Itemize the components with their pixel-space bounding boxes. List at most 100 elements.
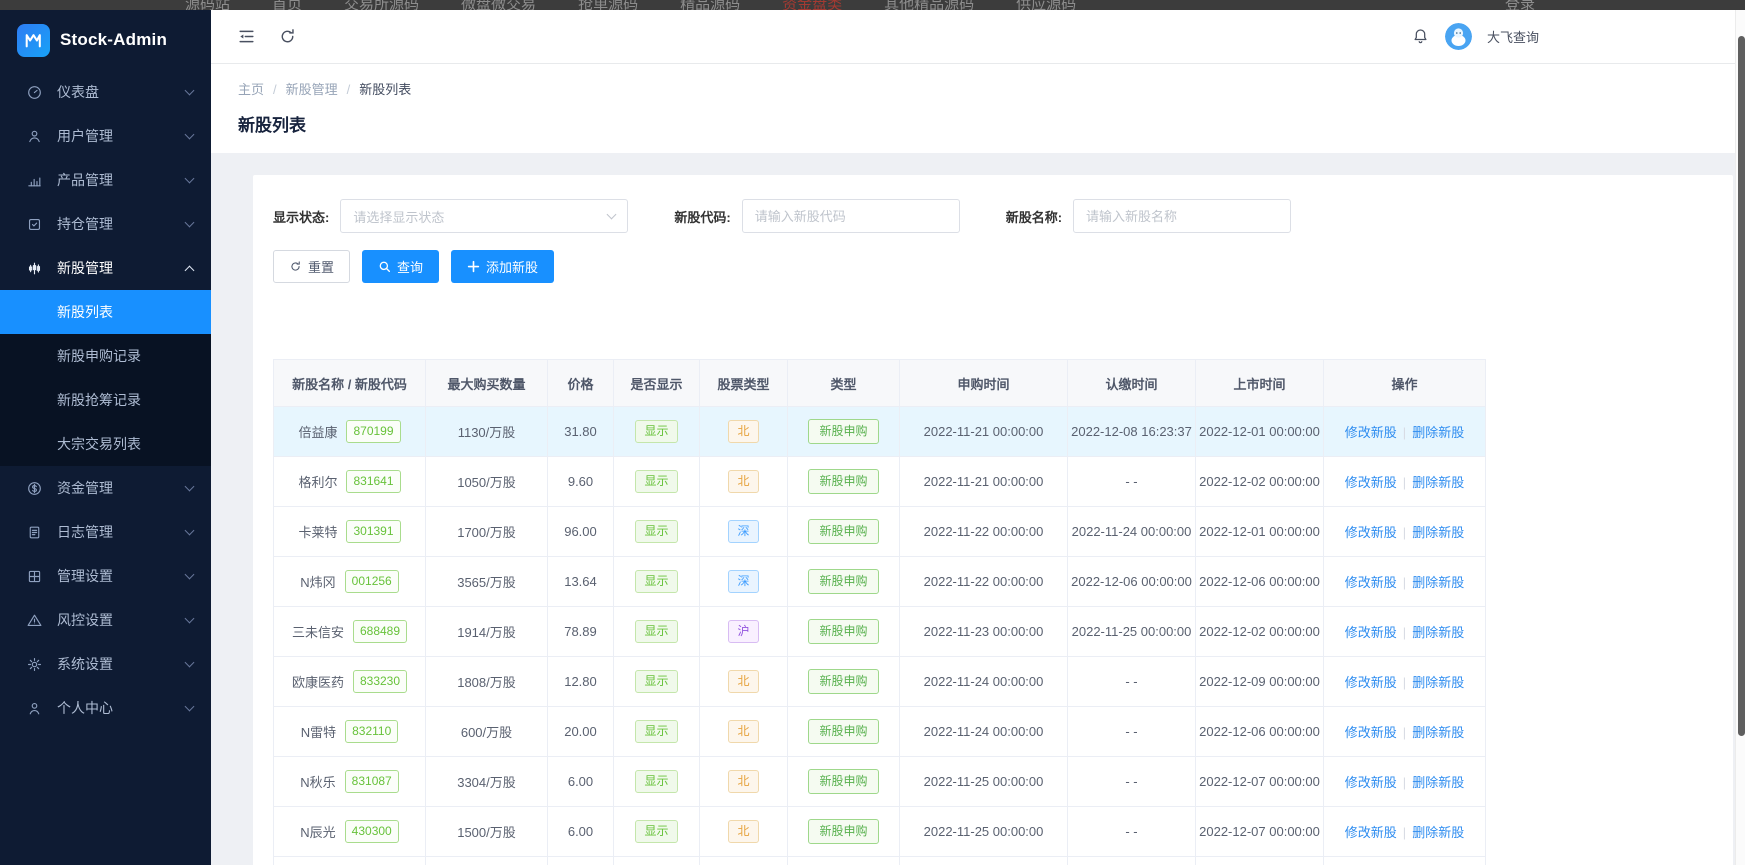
list-time-cell: 2022-12-01 00:00:00: [1195, 506, 1324, 557]
username[interactable]: 大飞查询: [1487, 27, 1539, 46]
refresh-icon[interactable]: [278, 27, 297, 46]
sidebar-item-positions[interactable]: 持仓管理: [0, 202, 211, 246]
delete-stock-link[interactable]: 删除新股: [1412, 575, 1464, 590]
delete-stock-link[interactable]: 删除新股: [1412, 475, 1464, 490]
edit-stock-link[interactable]: 修改新股: [1345, 725, 1397, 740]
table-row: N恒立8369421400/万股14.20显示北新股申购2022-11-28 0…: [273, 856, 1486, 865]
edit-stock-link[interactable]: 修改新股: [1345, 825, 1397, 840]
add-stock-button[interactable]: 添加新股: [451, 250, 555, 283]
status-select[interactable]: 请选择显示状态: [340, 199, 629, 233]
watermark-link[interactable]: 微盘微交易: [461, 0, 536, 10]
search-button-label: 查询: [397, 260, 424, 275]
price-cell: 96.00: [547, 506, 614, 557]
sidebar-subitem[interactable]: 大宗交易列表: [0, 422, 211, 466]
search-button[interactable]: 查询: [362, 250, 440, 283]
table-row: 欧康医药 833230 1808/万股 12.80 显示 北 新股申购 2022-11-24 …: [273, 656, 1486, 707]
app-logo[interactable]: Stock-Admin: [0, 10, 211, 70]
edit-stock-link[interactable]: 修改新股: [1345, 675, 1397, 690]
page-scrollbar[interactable]: [1735, 10, 1745, 865]
collapse-sidebar-icon[interactable]: [237, 27, 256, 46]
watermark-link[interactable]: 交易所源码: [344, 0, 419, 10]
delete-stock-link[interactable]: 删除新股: [1412, 775, 1464, 790]
watermark-link[interactable]: 资金盘类: [782, 0, 842, 10]
edit-stock-link[interactable]: 修改新股: [1345, 775, 1397, 790]
sidebar-item-profile[interactable]: 个人中心: [0, 686, 211, 730]
market-type-badge: 北: [728, 670, 759, 693]
delete-stock-link[interactable]: 删除新股: [1412, 725, 1464, 740]
reset-button-label: 重置: [308, 260, 335, 275]
sidebar-item-label: 个人中心: [57, 700, 113, 716]
code-input[interactable]: [741, 199, 960, 233]
display-status-badge: 显示: [635, 520, 678, 543]
sidebar-item-label: 用户管理: [57, 128, 113, 144]
watermark-link[interactable]: 登录: [1505, 0, 1535, 10]
watermark-link[interactable]: 首页: [272, 0, 302, 10]
delete-stock-link[interactable]: 删除新股: [1412, 425, 1464, 440]
stock-code-badge: 870199: [346, 420, 401, 443]
market-type-cell: 沪: [699, 606, 788, 657]
display-status-cell: 显示: [613, 756, 700, 807]
display-status-cell: 显示: [613, 456, 700, 507]
sidebar-item-dashboard[interactable]: 仪表盘: [0, 70, 211, 114]
edit-stock-link[interactable]: 修改新股: [1345, 425, 1397, 440]
actions-cell: 修改新股 | 删除新股: [1323, 506, 1486, 557]
edit-stock-link[interactable]: 修改新股: [1345, 475, 1397, 490]
sidebar-item-adminset[interactable]: 管理设置: [0, 554, 211, 598]
sidebar-item-label: 管理设置: [57, 568, 113, 584]
display-status-badge: 显示: [635, 620, 678, 643]
market-type-badge: 北: [728, 820, 759, 843]
chevron-down-icon: [184, 701, 195, 711]
breadcrumb-item[interactable]: 新股管理: [286, 82, 338, 97]
watermark-link[interactable]: 供应源码: [1016, 0, 1076, 10]
delete-stock-link[interactable]: 删除新股: [1412, 825, 1464, 840]
stock-name: 欧康医药: [291, 675, 344, 690]
market-type-badge: 沪: [728, 620, 759, 643]
market-type-cell: 北: [699, 406, 788, 457]
stock-code-badge: 301391: [346, 520, 401, 543]
sidebar-item-funds[interactable]: 资金管理: [0, 466, 211, 510]
type-cell: 新股申购: [787, 806, 900, 857]
watermark-link[interactable]: 抢单源码: [578, 0, 638, 10]
chevron-down-icon: [184, 525, 195, 535]
chevron-down-icon: [184, 217, 195, 227]
sidebar-item-products[interactable]: 产品管理: [0, 158, 211, 202]
app-title: Stock-Admin: [60, 30, 168, 49]
sidebar-subitem[interactable]: 新股申购记录: [0, 334, 211, 378]
edit-stock-link[interactable]: 修改新股: [1345, 525, 1397, 540]
edit-stock-link[interactable]: 修改新股: [1345, 625, 1397, 640]
sidebar-subitem[interactable]: 新股列表: [0, 290, 211, 334]
watermark-link[interactable]: 其他精品源码: [884, 0, 974, 10]
sidebar-subitem[interactable]: 新股抢筹记录: [0, 378, 211, 422]
chevron-down-icon: [606, 209, 617, 220]
stock-name: 倍益康: [298, 425, 338, 440]
delete-stock-link[interactable]: 删除新股: [1412, 675, 1464, 690]
sidebar-item-label: 新股管理: [57, 260, 113, 276]
edit-stock-link[interactable]: 修改新股: [1345, 575, 1397, 590]
watermark-link[interactable]: 源码站: [185, 0, 230, 10]
subscribe-time-cell: 2022-11-23 00:00:00: [899, 606, 1068, 657]
delete-stock-link[interactable]: 删除新股: [1412, 625, 1464, 640]
sidebar-item-system[interactable]: 系统设置: [0, 642, 211, 686]
scrollbar-thumb[interactable]: [1737, 36, 1745, 736]
market-type-badge: 深: [728, 570, 759, 593]
max-buy-cell: 1500/万股: [425, 806, 548, 857]
pay-time-cell: - -: [1067, 856, 1196, 865]
bell-icon[interactable]: [1411, 27, 1430, 46]
name-input[interactable]: [1073, 199, 1292, 233]
reset-button[interactable]: 重置: [273, 250, 351, 283]
avatar[interactable]: [1444, 23, 1472, 50]
stock-name-cell: 卡莱特 301391: [273, 506, 426, 557]
max-buy-cell: 1400/万股: [425, 856, 548, 865]
sidebar-item-newstock[interactable]: 新股管理: [0, 246, 211, 290]
sidebar-item-risk[interactable]: 风控设置: [0, 598, 211, 642]
watermark-link[interactable]: 精品源码: [680, 0, 740, 10]
chevron-down-icon: [184, 481, 195, 491]
pay-time-cell: - -: [1067, 656, 1196, 707]
sidebar-item-logs[interactable]: 日志管理: [0, 510, 211, 554]
sidebar-item-users[interactable]: 用户管理: [0, 114, 211, 158]
breadcrumb-item[interactable]: 主页: [238, 82, 264, 97]
type-cell: 新股申购: [787, 556, 900, 607]
delete-stock-link[interactable]: 删除新股: [1412, 525, 1464, 540]
name-filter-label: 新股名称:: [1005, 209, 1063, 225]
stock-code-badge: 832110: [345, 720, 399, 743]
